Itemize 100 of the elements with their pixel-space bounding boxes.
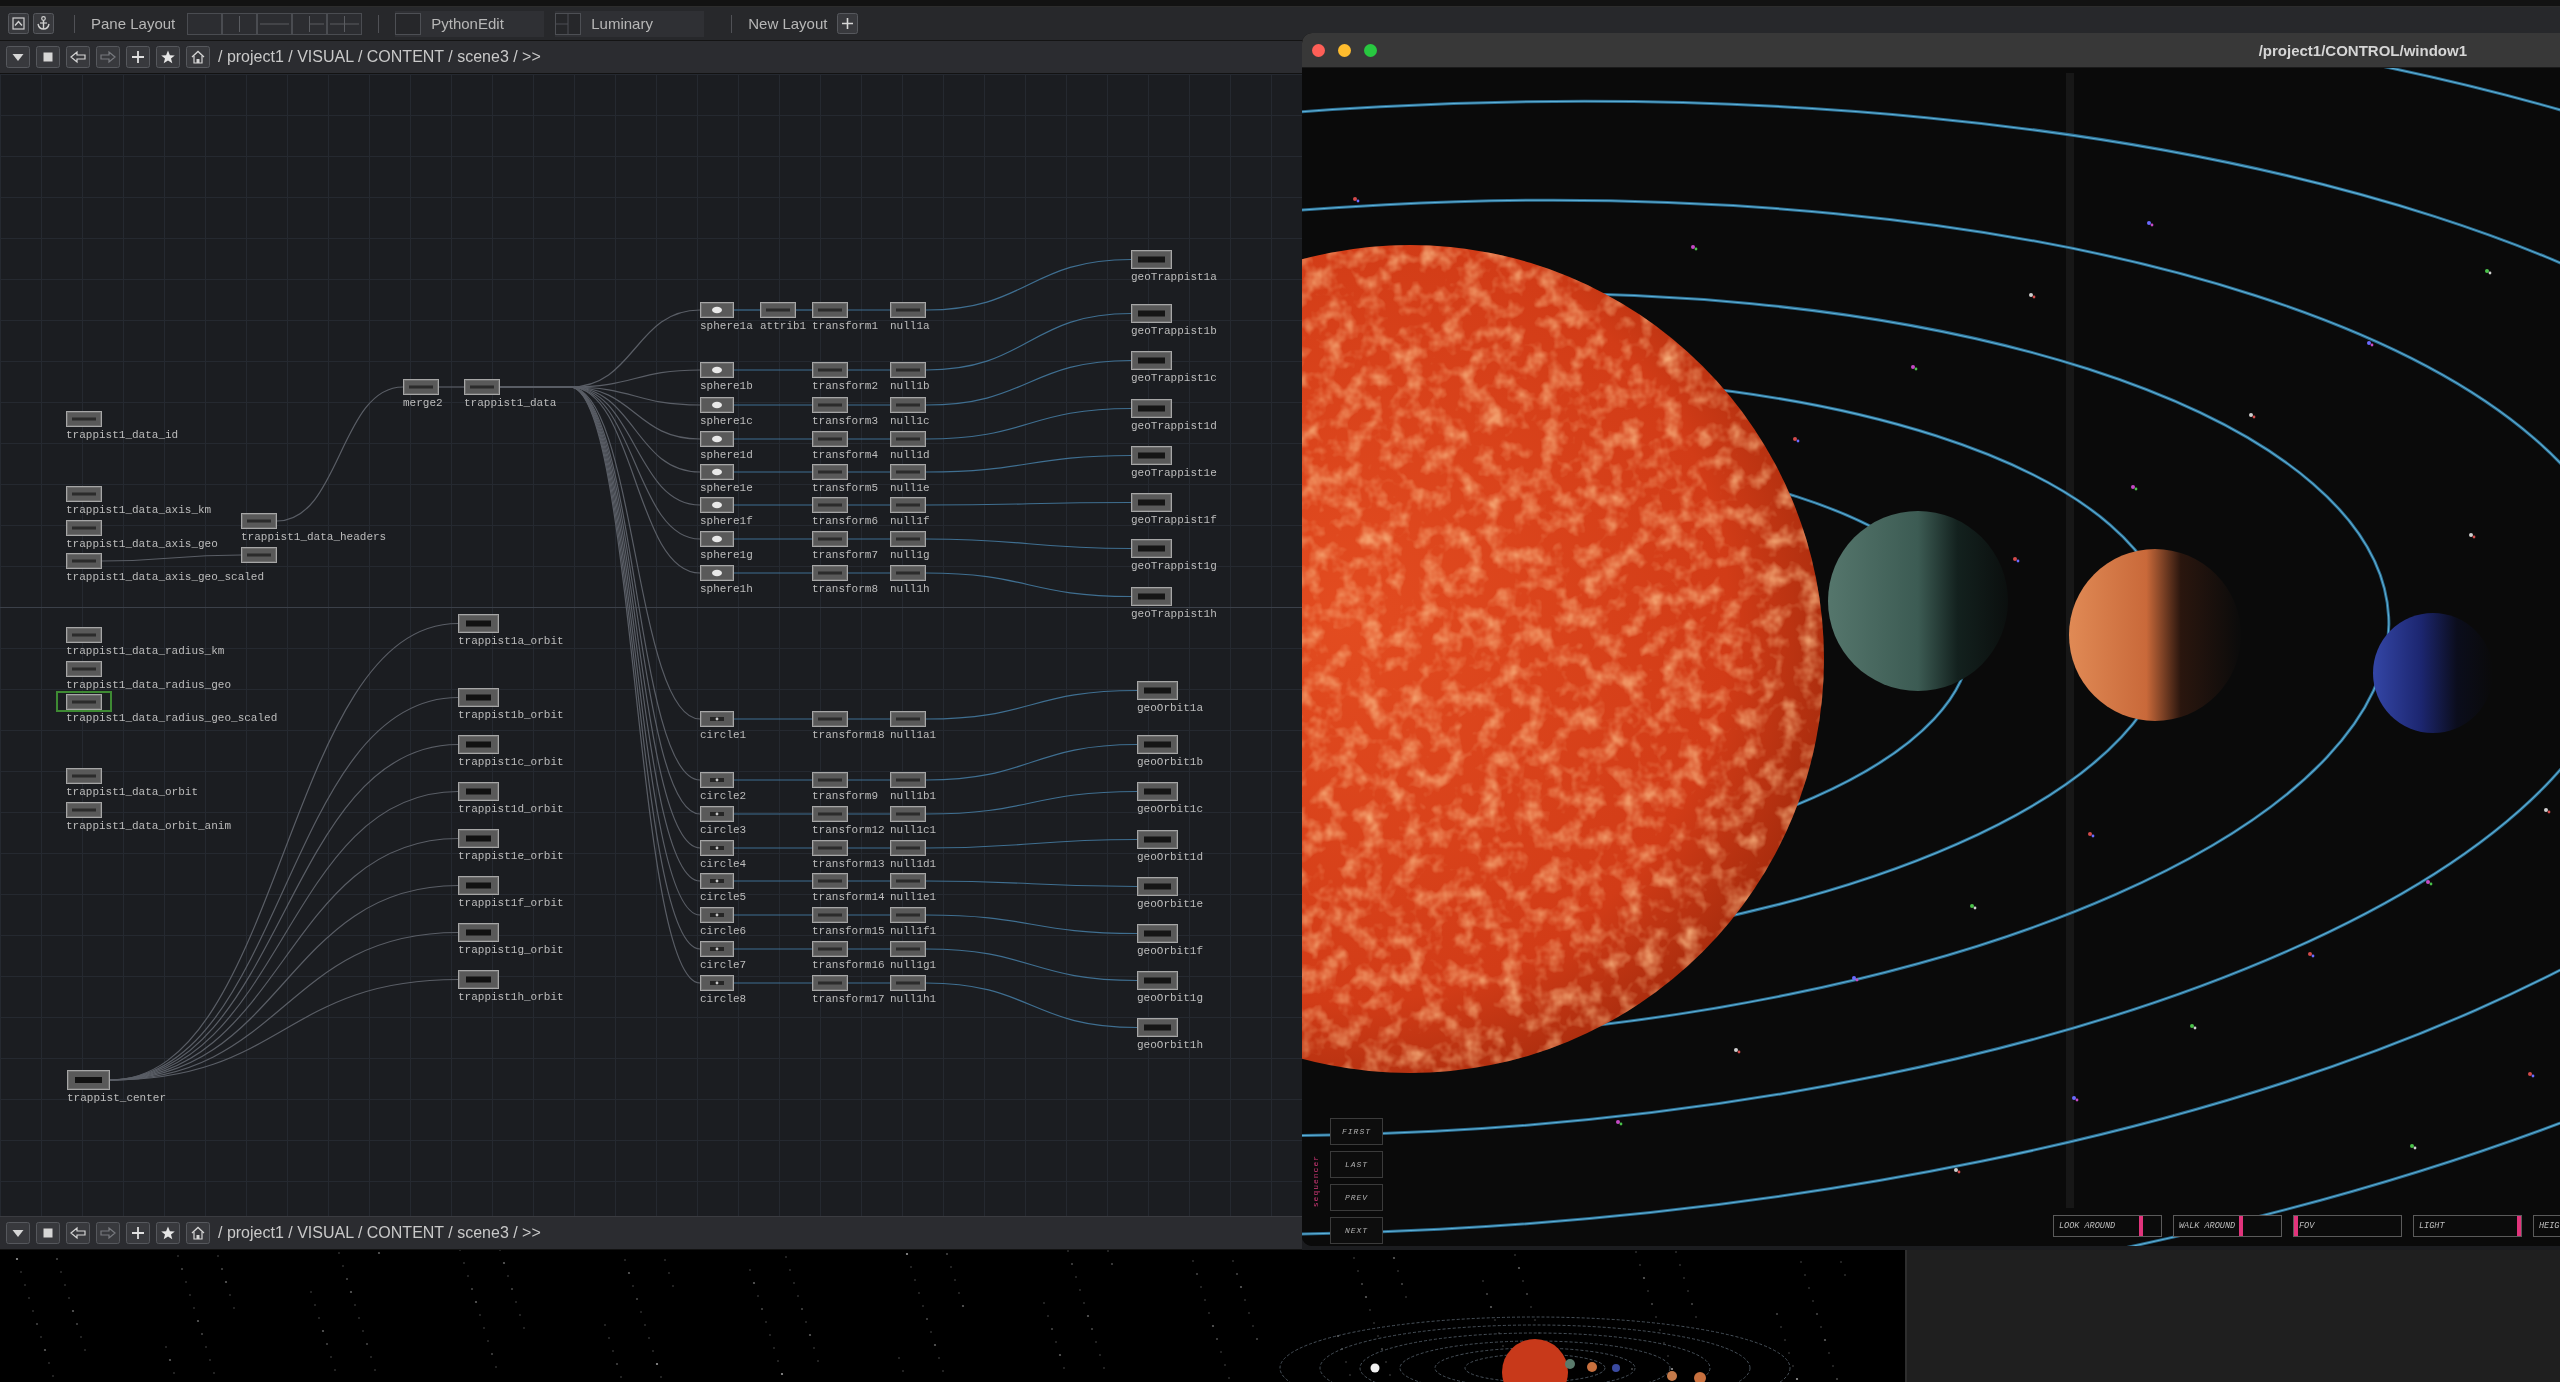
slider-track[interactable]: LIGHT	[2413, 1215, 2522, 1237]
node-icon[interactable]	[66, 411, 102, 427]
node-icon[interactable]	[812, 302, 848, 318]
node-icon[interactable]	[1137, 830, 1178, 849]
node-icon[interactable]	[66, 802, 102, 818]
node-icon[interactable]	[1137, 924, 1178, 943]
home-icon[interactable]	[186, 46, 210, 68]
node-icon[interactable]	[700, 464, 734, 480]
node-icon[interactable]	[812, 464, 848, 480]
node-icon[interactable]	[1137, 1018, 1178, 1037]
node-icon[interactable]	[66, 661, 102, 677]
node-icon[interactable]	[812, 497, 848, 513]
plus-icon[interactable]	[126, 46, 150, 68]
node-icon[interactable]	[66, 627, 102, 643]
square-icon[interactable]	[36, 1222, 60, 1244]
node-icon[interactable]	[1137, 971, 1178, 990]
node-icon[interactable]	[458, 688, 499, 707]
sequencer-button[interactable]: FIRST	[1330, 1118, 1383, 1145]
node-icon[interactable]	[700, 907, 734, 923]
node-icon[interactable]	[812, 840, 848, 856]
plus-icon[interactable]	[126, 1222, 150, 1244]
node-icon[interactable]	[700, 873, 734, 889]
sequencer-button[interactable]: LAST	[1330, 1151, 1383, 1178]
node-icon[interactable]	[812, 873, 848, 889]
slider-track[interactable]: WALK AROUND	[2173, 1215, 2282, 1237]
node-icon[interactable]	[890, 397, 926, 413]
home-icon[interactable]	[186, 1222, 210, 1244]
node-icon[interactable]	[812, 941, 848, 957]
node-icon[interactable]	[890, 565, 926, 581]
node-icon[interactable]	[812, 565, 848, 581]
node-icon[interactable]	[464, 379, 500, 395]
maximize-icon[interactable]	[1364, 43, 1377, 57]
node-icon[interactable]	[458, 735, 499, 754]
slider-thumb[interactable]	[2238, 1216, 2243, 1236]
caret-down-icon[interactable]	[6, 46, 30, 68]
node-icon[interactable]	[890, 975, 926, 991]
plus-icon[interactable]	[837, 13, 859, 34]
node-icon[interactable]	[700, 941, 734, 957]
slider-track[interactable]: HEIG	[2533, 1215, 2560, 1237]
node-icon[interactable]	[1131, 304, 1172, 323]
node-icon[interactable]	[812, 772, 848, 788]
node-icon[interactable]	[1131, 493, 1172, 512]
node-icon[interactable]	[1137, 782, 1178, 801]
node-icon[interactable]	[700, 531, 734, 547]
layout-preset-button[interactable]: Luminary	[555, 10, 705, 37]
slider-track[interactable]: FOV	[2293, 1215, 2402, 1237]
node-icon[interactable]	[700, 806, 734, 822]
arrow-left-icon[interactable]	[66, 46, 90, 68]
node-icon[interactable]	[458, 614, 499, 633]
anchor-icon[interactable]	[33, 13, 54, 34]
node-icon[interactable]	[241, 547, 277, 563]
node-icon[interactable]	[700, 711, 734, 727]
node-icon[interactable]	[890, 941, 926, 957]
node-icon[interactable]	[812, 907, 848, 923]
node-icon[interactable]	[890, 531, 926, 547]
node-icon[interactable]	[890, 806, 926, 822]
minimize-icon[interactable]	[1338, 43, 1351, 57]
node-icon[interactable]	[1137, 877, 1178, 896]
caret-down-icon[interactable]	[6, 1222, 30, 1244]
node-icon[interactable]	[458, 782, 499, 801]
node-icon[interactable]	[66, 486, 102, 502]
node-icon[interactable]	[1131, 250, 1172, 269]
node-icon[interactable]	[812, 711, 848, 727]
node-icon[interactable]	[812, 806, 848, 822]
node-icon[interactable]	[1131, 446, 1172, 465]
new-layout-button[interactable]: New Layout	[748, 15, 828, 32]
node-icon[interactable]	[890, 497, 926, 513]
slider-thumb[interactable]	[2139, 1216, 2144, 1236]
slider-thumb[interactable]	[2294, 1216, 2298, 1236]
node-icon[interactable]	[700, 302, 734, 318]
close-icon[interactable]	[1312, 43, 1325, 57]
node-icon[interactable]	[812, 362, 848, 378]
node-icon[interactable]	[1131, 399, 1172, 418]
node-icon[interactable]	[890, 302, 926, 318]
square-icon[interactable]	[36, 46, 60, 68]
node-icon[interactable]	[812, 431, 848, 447]
slider-thumb[interactable]	[2517, 1216, 2521, 1236]
node-icon[interactable]	[458, 876, 499, 895]
node-icon[interactable]	[890, 464, 926, 480]
node-icon[interactable]	[812, 397, 848, 413]
network-path[interactable]: / project1 / VISUAL / CONTENT / scene3 / >>	[218, 1224, 541, 1242]
node-icon[interactable]	[1131, 539, 1172, 558]
chevron-up-icon[interactable]	[8, 13, 29, 34]
node-icon[interactable]	[700, 772, 734, 788]
node-icon[interactable]	[66, 768, 102, 784]
node-icon[interactable]	[812, 975, 848, 991]
node-icon[interactable]	[700, 565, 734, 581]
node-icon[interactable]	[700, 497, 734, 513]
network-path[interactable]: / project1 / VISUAL / CONTENT / scene3 / >>	[218, 48, 541, 66]
node-icon[interactable]	[1137, 735, 1178, 754]
node-icon[interactable]	[403, 379, 439, 395]
node-icon[interactable]	[1137, 681, 1178, 700]
slider-track[interactable]: LOOK AROUND	[2053, 1215, 2162, 1237]
node-icon[interactable]	[890, 711, 926, 727]
node-icon[interactable]	[1131, 351, 1172, 370]
node-icon[interactable]	[700, 431, 734, 447]
node-icon[interactable]	[700, 362, 734, 378]
node-icon[interactable]	[67, 1070, 110, 1090]
arrow-left-icon[interactable]	[66, 1222, 90, 1244]
node-icon[interactable]	[890, 873, 926, 889]
